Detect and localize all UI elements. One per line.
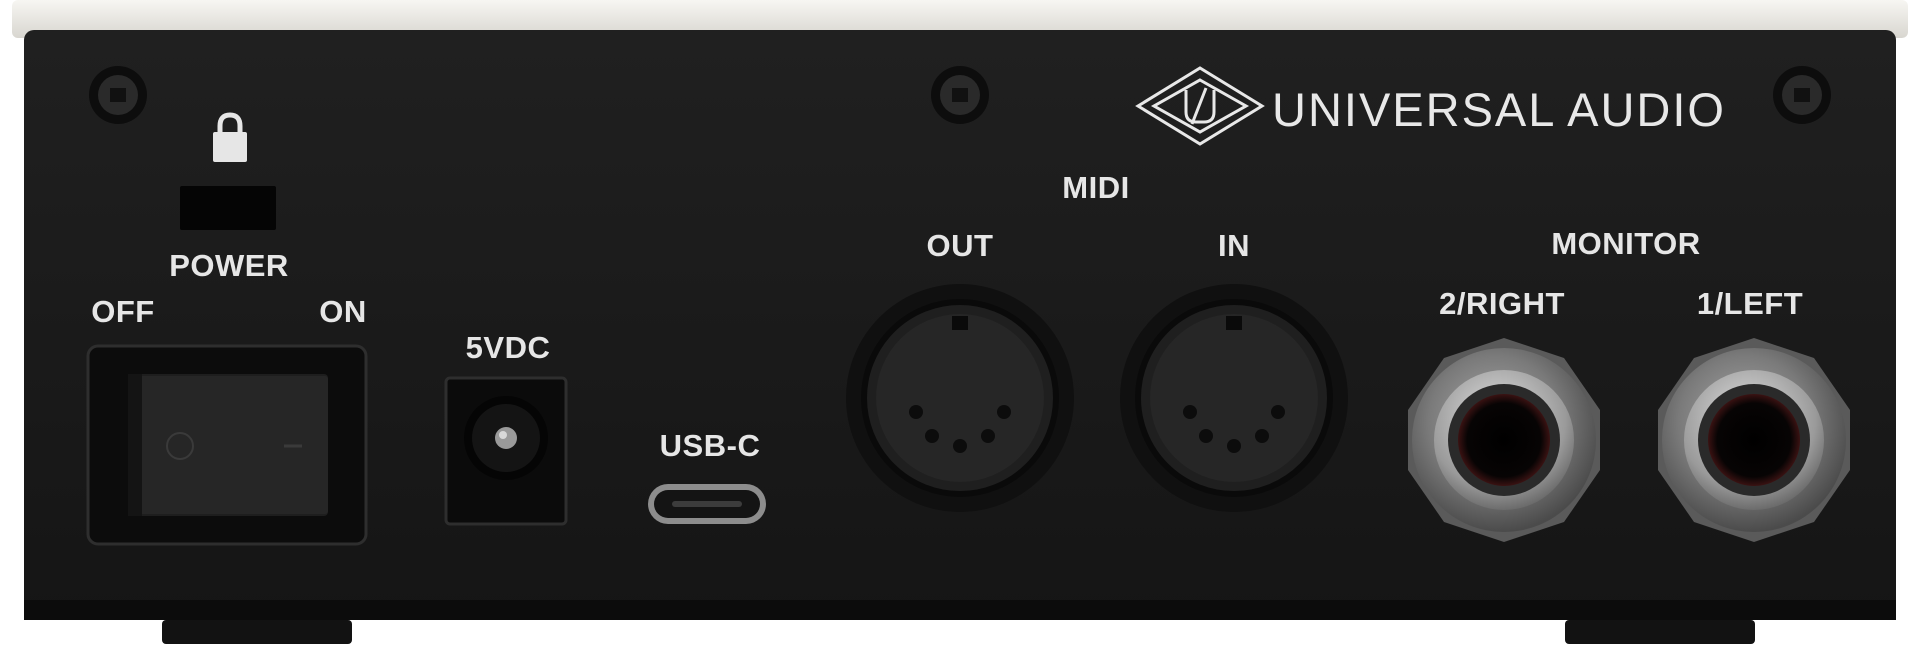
midi-out-port xyxy=(846,284,1074,512)
monitor-label: MONITOR xyxy=(1551,226,1701,261)
midi-in-label: IN xyxy=(1218,228,1250,263)
midi-out-label: OUT xyxy=(926,228,994,263)
screw-icon xyxy=(931,66,989,124)
power-switch xyxy=(86,344,368,546)
midi-label: MIDI xyxy=(1062,170,1130,205)
power-label: POWER xyxy=(169,248,289,283)
security-slot xyxy=(180,186,276,230)
power-on-label: ON xyxy=(319,294,367,329)
dc-power-jack xyxy=(444,376,568,526)
screw-icon xyxy=(89,66,147,124)
dc-label: 5VDC xyxy=(465,330,551,365)
power-off-label: OFF xyxy=(91,294,155,329)
monitor-right-jack xyxy=(1408,338,1600,542)
screw-icon xyxy=(1773,66,1831,124)
brand-name: UNIVERSAL AUDIO xyxy=(1272,83,1726,136)
monitor-left-label: 1/LEFT xyxy=(1696,286,1804,321)
right-foot xyxy=(1565,620,1755,644)
midi-in-port xyxy=(1120,284,1348,512)
usb-c-port xyxy=(648,484,766,524)
monitor-right-label: 2/RIGHT xyxy=(1439,286,1565,321)
audio-interface-rear-panel: UNIVERSAL AUDIO POWER OFF ON 5VDC USB-C … xyxy=(0,0,1920,650)
usb-label: USB-C xyxy=(659,428,761,463)
monitor-left-jack xyxy=(1658,338,1850,542)
left-foot xyxy=(162,620,352,644)
